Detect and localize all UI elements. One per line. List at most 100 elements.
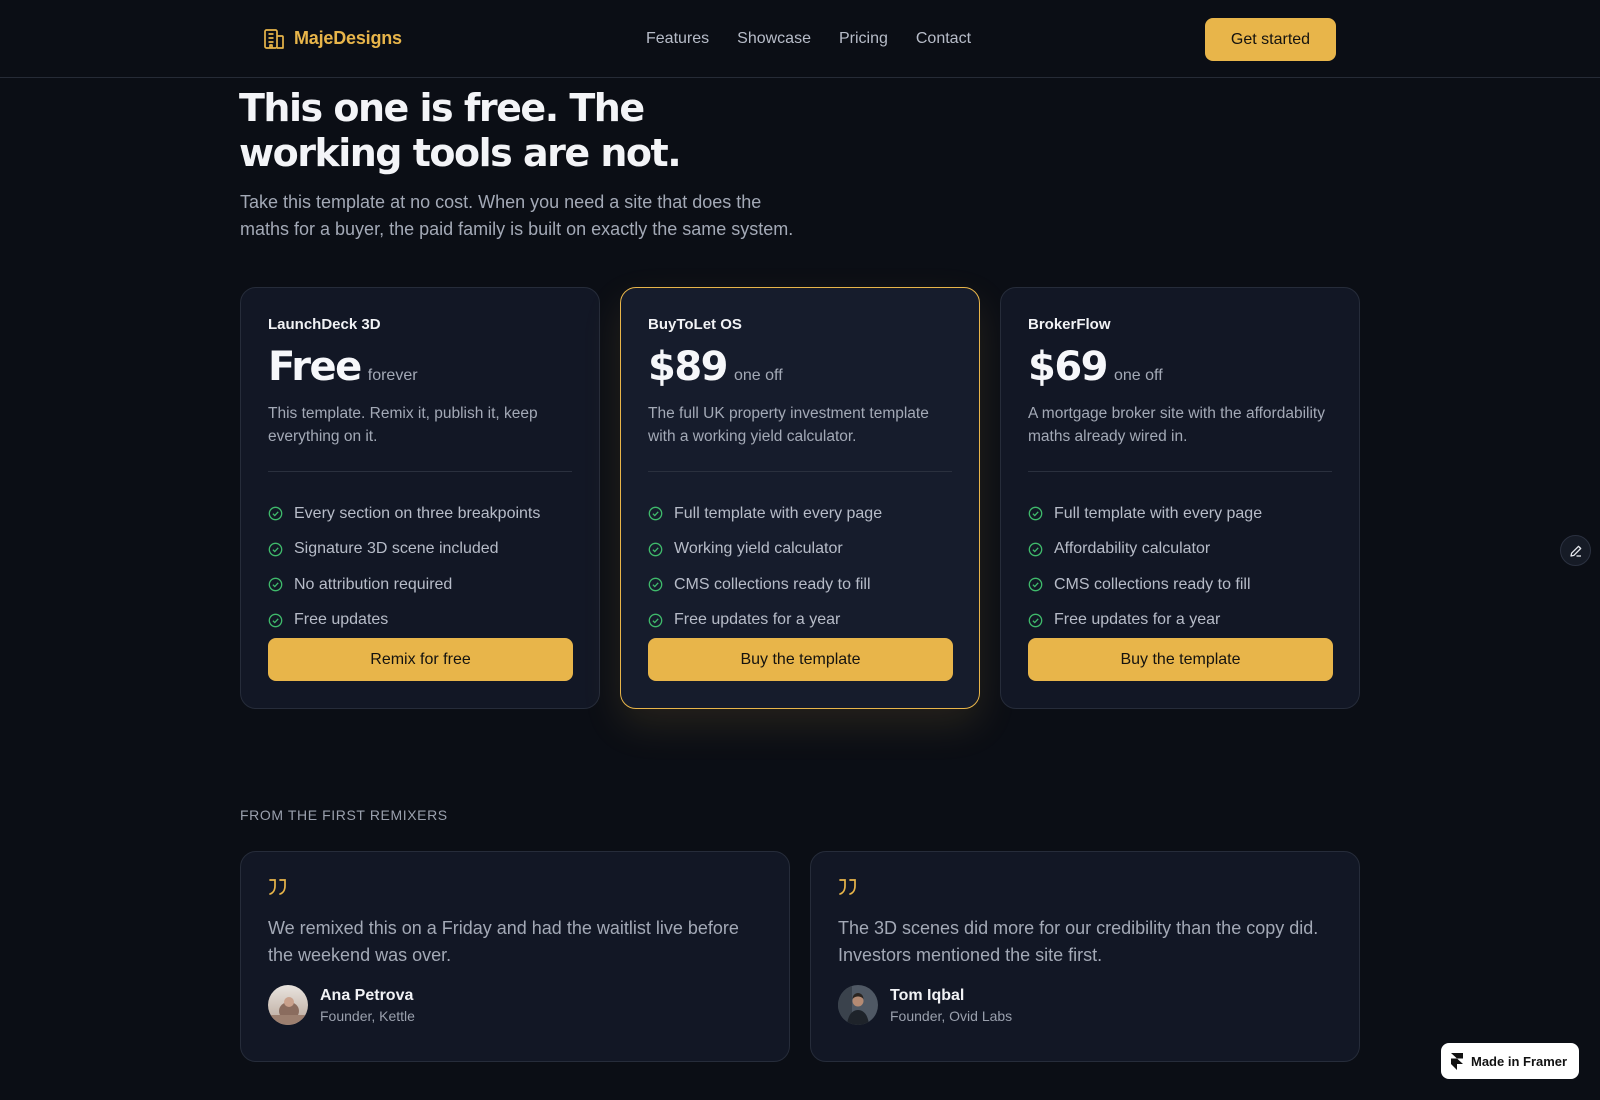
feature-text: Free updates	[294, 611, 389, 629]
price-row: $69 one off	[1028, 344, 1332, 390]
check-circle-icon	[648, 613, 663, 628]
plan-period: one off	[734, 367, 783, 384]
feature-item: Free updates	[268, 603, 572, 639]
made-in-framer-badge[interactable]: Made in Framer	[1441, 1043, 1579, 1079]
pencil-icon	[1569, 545, 1581, 557]
feature-text: Full template with every page	[674, 504, 883, 522]
feature-text: Full template with every page	[1054, 504, 1263, 522]
author-name: Tom Iqbal	[890, 986, 965, 1004]
nav-links: Features Showcase Pricing Contact	[646, 30, 971, 48]
plan-name: BrokerFlow	[1028, 316, 1111, 333]
divider	[268, 471, 572, 472]
framer-badge-label: Made in Framer	[1471, 1053, 1568, 1069]
feature-text: Free updates for a year	[674, 611, 841, 629]
check-circle-icon	[268, 506, 283, 521]
pricing-card-launchdeck: LaunchDeck 3D Free forever This template…	[240, 287, 600, 709]
top-nav: MajeDesigns Features Showcase Pricing Co…	[0, 0, 1600, 78]
feature-list: Full template with every page Affordabil…	[1028, 496, 1332, 638]
author-details: Tom Iqbal Founder, Ovid Labs	[890, 987, 1012, 1024]
feature-item: Free updates for a year	[648, 603, 952, 639]
plan-name: LaunchDeck 3D	[268, 316, 381, 333]
check-circle-icon	[268, 613, 283, 628]
feature-text: CMS collections ready to fill	[1054, 575, 1251, 593]
page-title-line-2: working tools are not.	[239, 131, 682, 175]
feature-text: Free updates for a year	[1054, 611, 1221, 629]
plan-price: $89	[648, 344, 729, 390]
feature-item: CMS collections ready to fill	[1028, 567, 1332, 603]
author-details: Ana Petrova Founder, Kettle	[320, 987, 415, 1024]
price-row: $89 one off	[648, 344, 952, 390]
testimonial-author: Ana Petrova Founder, Kettle	[268, 985, 762, 1025]
price-row: Free forever	[268, 344, 572, 390]
author-name: Ana Petrova	[320, 986, 414, 1004]
plan-description: This template. Remix it, publish it, kee…	[268, 405, 538, 445]
plan-price: $69	[1028, 344, 1109, 390]
quote-icon	[839, 879, 856, 895]
page-title: This one is free. The working tools are …	[239, 86, 759, 176]
testimonial-author: Tom Iqbal Founder, Ovid Labs	[838, 985, 1332, 1025]
plan-name: BuyToLet OS	[648, 316, 742, 333]
nav-link-pricing[interactable]: Pricing	[839, 30, 888, 48]
feature-item: Signature 3D scene included	[268, 532, 572, 568]
nav-link-contact[interactable]: Contact	[916, 30, 971, 48]
feature-item: Every section on three breakpoints	[268, 496, 572, 532]
author-role: Founder, Ovid Labs	[890, 1007, 1013, 1024]
buy-template-button[interactable]: Buy the template	[648, 638, 953, 681]
page-title-line-1: This one is free. The	[239, 86, 645, 130]
testimonial-card: We remixed this on a Friday and had the …	[240, 851, 790, 1062]
nav-link-features[interactable]: Features	[646, 30, 709, 48]
avatar	[838, 985, 878, 1025]
avatar	[268, 985, 308, 1025]
quote-icon	[269, 879, 286, 895]
feature-item: No attribution required	[268, 567, 572, 603]
check-circle-icon	[1028, 506, 1043, 521]
feature-text: Signature 3D scene included	[294, 540, 499, 558]
pricing-card-brokerflow: BrokerFlow $69 one off A mortgage broker…	[1000, 287, 1360, 709]
check-circle-icon	[268, 577, 283, 592]
check-circle-icon	[648, 542, 663, 557]
check-circle-icon	[648, 577, 663, 592]
author-role: Founder, Kettle	[320, 1007, 415, 1024]
divider	[648, 471, 952, 472]
get-started-button[interactable]: Get started	[1205, 18, 1336, 61]
feature-list: Every section on three breakpoints Signa…	[268, 496, 572, 638]
feature-text: Every section on three breakpoints	[294, 504, 541, 522]
brand-logo[interactable]: MajeDesigns	[263, 26, 402, 50]
feature-item: Affordability calculator	[1028, 532, 1332, 568]
framer-icon	[1451, 1052, 1463, 1070]
check-circle-icon	[1028, 542, 1043, 557]
plan-description: The full UK property investment template…	[648, 405, 929, 445]
feature-item: Working yield calculator	[648, 532, 952, 568]
feature-list: Full template with every page Working yi…	[648, 496, 952, 638]
feature-item: Free updates for a year	[1028, 603, 1332, 639]
divider	[1028, 471, 1332, 472]
plan-price: Free	[268, 344, 362, 390]
testimonial-quote: We remixed this on a Friday and had the …	[268, 918, 739, 965]
plan-period: forever	[367, 367, 418, 384]
page-subtitle-line-1: Take this template at no cost. When you …	[240, 192, 762, 212]
feature-text: No attribution required	[294, 575, 453, 593]
feature-item: Full template with every page	[648, 496, 952, 532]
feature-item: CMS collections ready to fill	[648, 567, 952, 603]
buy-template-button[interactable]: Buy the template	[1028, 638, 1333, 681]
pricing-card-buytolet: BuyToLet OS $89 one off The full UK prop…	[620, 287, 980, 709]
page-subtitle-line-2: maths for a buyer, the paid family is bu…	[240, 219, 794, 239]
check-circle-icon	[1028, 613, 1043, 628]
page-subtitle: Take this template at no cost. When you …	[240, 189, 815, 243]
check-circle-icon	[648, 506, 663, 521]
building-icon	[264, 29, 284, 49]
feature-text: Affordability calculator	[1054, 540, 1211, 558]
check-circle-icon	[268, 542, 283, 557]
plan-period: one off	[1114, 367, 1163, 384]
nav-link-showcase[interactable]: Showcase	[737, 30, 811, 48]
section-label: FROM THE FIRST REMIXERS	[240, 807, 448, 823]
testimonial-card: The 3D scenes did more for our credibili…	[810, 851, 1360, 1062]
feature-text: CMS collections ready to fill	[674, 575, 871, 593]
plan-description: A mortgage broker site with the affordab…	[1028, 405, 1325, 445]
brand-name: MajeDesigns	[294, 27, 402, 48]
feature-item: Full template with every page	[1028, 496, 1332, 532]
check-circle-icon	[1028, 577, 1043, 592]
feature-text: Working yield calculator	[674, 540, 843, 558]
edit-button[interactable]	[1560, 535, 1591, 566]
remix-for-free-button[interactable]: Remix for free	[268, 638, 573, 681]
